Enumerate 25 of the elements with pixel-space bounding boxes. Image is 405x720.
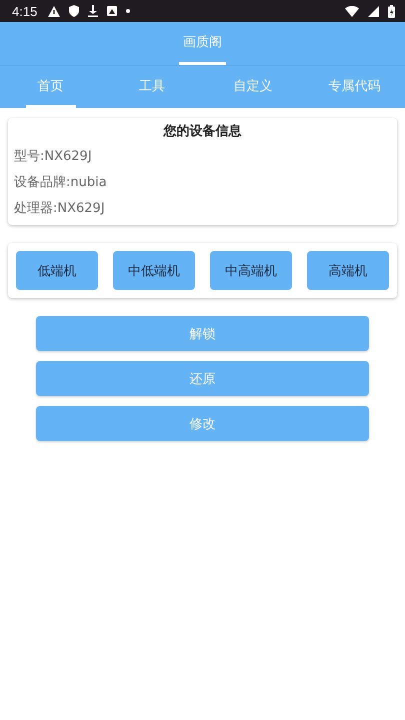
level-button[interactable]: 低端机: [16, 251, 98, 290]
level-button[interactable]: 中高端机: [210, 251, 292, 290]
battery-icon: [388, 4, 395, 18]
image-icon: [107, 6, 118, 16]
action-button[interactable]: 解锁: [36, 316, 369, 351]
info-line: 处理器:NX629J: [14, 200, 106, 218]
nav-tab[interactable]: 专属代码: [316, 66, 392, 108]
dot-icon: [126, 9, 130, 13]
action-button[interactable]: 还原: [36, 361, 369, 396]
action-button[interactable]: 修改: [36, 406, 369, 441]
nav-tab[interactable]: 工具: [126, 66, 177, 108]
download-icon: [88, 5, 98, 17]
info-line: 设备品牌:nubia: [14, 174, 108, 192]
nav-tab[interactable]: 首页: [26, 66, 76, 108]
warning-icon: [48, 6, 60, 16]
signal-icon: [368, 6, 379, 16]
app-title-tab[interactable]: 画质阁: [179, 22, 226, 65]
nav-tab[interactable]: 自定义: [222, 66, 285, 108]
level-button[interactable]: 中低端机: [113, 251, 195, 290]
shield-icon: [69, 5, 80, 17]
card-title: 您的设备信息: [162, 123, 242, 140]
level-button[interactable]: 高端机: [307, 251, 389, 290]
info-line: 型号:NX629J: [14, 148, 93, 166]
wifi-icon: [345, 6, 359, 16]
status-time: 4:15: [12, 4, 38, 18]
